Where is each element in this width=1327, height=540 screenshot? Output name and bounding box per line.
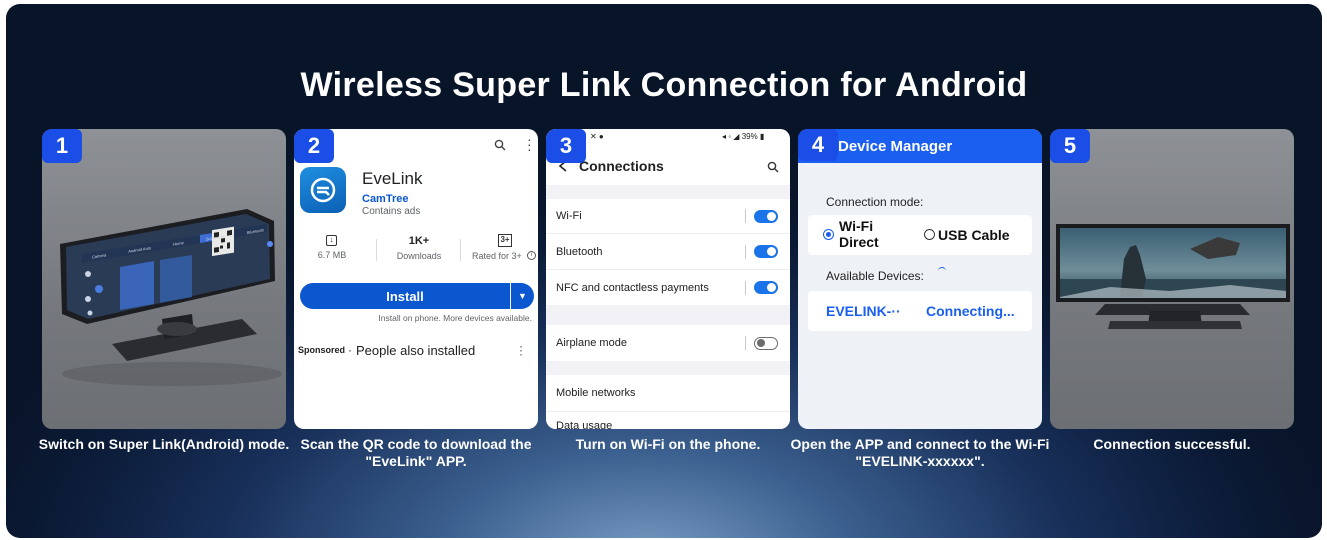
status-icons-right: ◂ ◦ ◢ 39% ▮ [722,132,764,141]
app-icon [300,167,346,213]
install-button[interactable]: Install [300,283,510,309]
setting-row-nfc[interactable]: NFC and contactless payments [546,269,790,305]
setting-row-airplane[interactable]: Airplane mode [546,325,790,361]
row-separator [745,209,746,223]
more-vert-icon[interactable]: · · · [519,340,523,360]
step-2-caption: Scan the QR code to download the "EveLin… [300,436,532,469]
step-1-card: 1 Camera Android Auto Home Super Link Bl… [42,129,286,429]
wifi-direct-option[interactable]: Wi-Fi Direct [839,218,879,250]
wifi-toggle[interactable] [754,209,778,223]
battery-icon: ▮ [759,132,765,141]
step-3-badge: 3 [546,129,586,163]
setting-row-bluetooth[interactable]: Bluetooth [546,233,790,269]
usb-cable-radio[interactable] [924,229,935,240]
loading-spinner-icon [938,267,946,275]
downloads-label: Downloads [396,251,442,261]
signal-icon: ◂ ◦ ◢ [722,132,740,141]
device-status: Connecting... [926,303,1015,319]
car-display-video-illustration [1056,224,1290,329]
setting-row-wifi[interactable]: Wi-Fi [546,199,790,233]
stat-divider [376,239,377,261]
setting-label: Mobile networks [556,387,636,399]
step-1-badge: 1 [42,129,82,163]
step-4-caption: Open the APP and connect to the Wi-Fi "E… [790,436,1050,469]
airplane-toggle[interactable] [754,336,778,350]
rating-label: Rated for 3+ [472,251,522,261]
ads-note: Contains ads [362,206,421,217]
sponsored-label: Sponsored [298,345,346,355]
row-separator [745,244,746,259]
people-also-installed: People also installed [356,343,476,358]
usb-cable-option[interactable]: USB Cable [938,227,1010,243]
chevron-down-icon: ▼ [518,291,527,301]
step-2-badge: 2 [294,129,334,163]
install-note: Install on phone. More devices available… [378,313,532,323]
step-1-caption: Switch on Super Link(Android) mode. [38,436,290,452]
setting-label: Data usage [556,420,613,429]
install-dropdown-button[interactable]: ▼ [511,283,534,309]
step-5-badge: 5 [1050,129,1090,163]
info-icon[interactable]: i [527,251,536,260]
step-2-card: 2 · · · EveLink CamTree Contains ads ↓ 6.7… [294,129,538,429]
bluetooth-toggle[interactable] [754,245,778,258]
size-icon: ↓ [326,235,337,246]
step-4-card: Device Manager 4 Connection mode: Wi-Fi … [798,129,1042,429]
banner: Wireless Super Link Connection for Andro… [6,4,1322,538]
setting-label: Bluetooth [556,245,603,258]
setting-label: Airplane mode [556,337,627,349]
downloads-value: 1K+ [408,235,430,247]
row-separator [745,280,746,295]
setting-label: Wi-Fi [556,210,582,222]
stat-divider [460,239,461,261]
step-3-caption: Turn on Wi-Fi on the phone. [575,436,761,452]
page-title: Wireless Super Link Connection for Andro… [300,66,1028,104]
wifi-direct-line2: Direct [839,234,879,250]
setting-label: NFC and contactless payments [556,281,709,294]
bullet-separator: · [348,343,352,357]
connection-mode-box: Wi-Fi Direct USB Cable [808,215,1032,255]
search-icon[interactable] [494,139,506,151]
step-5-card: 5 [1050,129,1294,429]
nfc-toggle[interactable] [754,281,778,294]
wifi-direct-radio[interactable] [823,229,834,240]
setting-row-mobile-networks[interactable]: Mobile networks [546,375,790,411]
rating-badge: 3+ [498,234,512,247]
connection-mode-label: Connection mode: [826,195,924,209]
evelink-logo-icon [310,177,336,203]
app-developer[interactable]: CamTree [362,193,408,205]
step-3-card: 3 ✕ ● ◂ ◦ ◢ 39% ▮ Connections Wi-Fi Blue… [546,129,790,429]
step-4-badge: 4 [798,129,838,161]
settings-title: Connections [579,158,664,174]
wifi-direct-line1: Wi-Fi [839,218,874,234]
app-name: EveLink [362,169,423,188]
search-icon[interactable] [767,161,779,173]
step-5-caption: Connection successful. [1093,436,1251,452]
car-display-illustration [60,209,282,386]
status-icons-left: ✕ ● [590,132,604,141]
app-size: 6.7 MB [317,250,347,260]
device-name: EVELINK-·· [826,303,901,319]
setting-row-data-usage[interactable]: Data usage [546,411,790,429]
device-list-item[interactable]: EVELINK-·· Connecting... [808,291,1032,331]
more-vert-icon[interactable]: · · · [527,132,532,156]
battery-percent: 39% [741,132,758,141]
row-separator [745,336,746,350]
available-devices-label: Available Devices: [826,269,924,283]
